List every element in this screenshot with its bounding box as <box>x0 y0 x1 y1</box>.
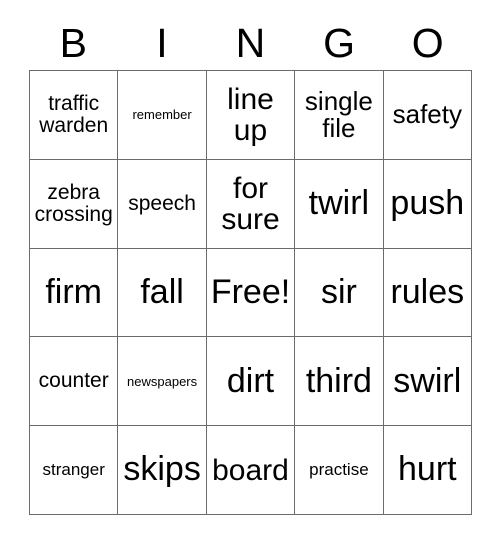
bingo-free-space-label: Free! <box>210 272 291 311</box>
bingo-cell-label: practise <box>309 460 369 480</box>
bingo-card: B I N G O traffic warden remember line u… <box>0 0 500 544</box>
bingo-cell-r4c4[interactable]: third <box>295 337 384 427</box>
bingo-cell-label: swirl <box>393 361 462 400</box>
bingo-cell-label: stranger <box>42 460 105 480</box>
bingo-cell-label: traffic warden <box>39 92 109 137</box>
bingo-cell-r3c2[interactable]: fall <box>118 248 207 338</box>
bingo-cell-r2c3[interactable]: for sure <box>206 159 296 249</box>
bingo-cell-label: dirt <box>226 361 275 400</box>
bingo-cell-r4c5[interactable]: swirl <box>383 337 472 427</box>
bingo-cell-label: push <box>390 184 465 223</box>
bingo-cell-r3c5[interactable]: rules <box>383 248 472 338</box>
bingo-cell-r5c2[interactable]: skips <box>118 426 207 515</box>
bingo-cell-label: line up <box>227 82 274 147</box>
bingo-cell-r1c3[interactable]: line up <box>206 71 296 160</box>
bingo-header-letter-g: G <box>323 19 356 66</box>
bingo-cell-label: newspapers <box>127 373 198 389</box>
bingo-cell-r3c4[interactable]: sir <box>295 248 384 338</box>
bingo-cell-r1c1[interactable]: traffic warden <box>30 71 119 160</box>
bingo-cell-label: remember <box>132 107 192 123</box>
bingo-cell-r5c5[interactable]: hurt <box>383 426 472 515</box>
bingo-header-letter-n: N <box>235 19 266 66</box>
bingo-cell-label: skips <box>123 450 201 489</box>
bingo-cell-label: single file <box>304 85 373 143</box>
bingo-cell-r3c1[interactable]: firm <box>30 248 119 338</box>
bingo-cell-label: zebra crossing <box>34 180 113 226</box>
bingo-cell-r2c2[interactable]: speech <box>118 159 207 249</box>
bingo-cell-label: board <box>212 453 289 487</box>
bingo-cell-label: fall <box>140 272 184 311</box>
bingo-cell-label: third <box>305 361 372 400</box>
bingo-cell-r5c1[interactable]: stranger <box>30 426 119 515</box>
bingo-cell-r5c3[interactable]: board <box>206 426 296 515</box>
bingo-header-letter-i: I <box>156 19 168 66</box>
bingo-cell-r4c2[interactable]: newspapers <box>118 337 207 427</box>
bingo-cell-label: sir <box>320 272 357 311</box>
bingo-cell-r1c2[interactable]: remember <box>118 71 207 160</box>
bingo-cell-r1c5[interactable]: safety <box>383 71 472 160</box>
bingo-cell-label: twirl <box>308 184 370 223</box>
bingo-cell-r2c4[interactable]: twirl <box>295 159 384 249</box>
bingo-header-letter-o: O <box>411 19 444 66</box>
bingo-grid: traffic warden remember line up single f… <box>29 70 472 515</box>
bingo-cell-r4c1[interactable]: counter <box>30 337 119 427</box>
bingo-free-space-cell[interactable]: Free! <box>206 248 296 338</box>
bingo-cell-label: rules <box>390 272 465 311</box>
bingo-cell-r5c4[interactable]: practise <box>295 426 384 515</box>
bingo-cell-label: speech <box>128 191 196 215</box>
bingo-cell-r2c1[interactable]: zebra crossing <box>30 159 119 249</box>
bingo-header-letter-b: B <box>59 19 87 66</box>
bingo-cell-r1c4[interactable]: single file <box>295 71 384 160</box>
bingo-cell-label: for sure <box>221 171 280 236</box>
bingo-cell-label: firm <box>45 272 103 311</box>
bingo-cell-r4c3[interactable]: dirt <box>206 337 296 427</box>
bingo-cell-r2c5[interactable]: push <box>383 159 472 249</box>
bingo-cell-label: counter <box>38 369 109 393</box>
bingo-header-row: B I N G O <box>29 16 472 70</box>
bingo-cell-label: hurt <box>398 450 457 489</box>
bingo-cell-label: safety <box>392 99 462 130</box>
